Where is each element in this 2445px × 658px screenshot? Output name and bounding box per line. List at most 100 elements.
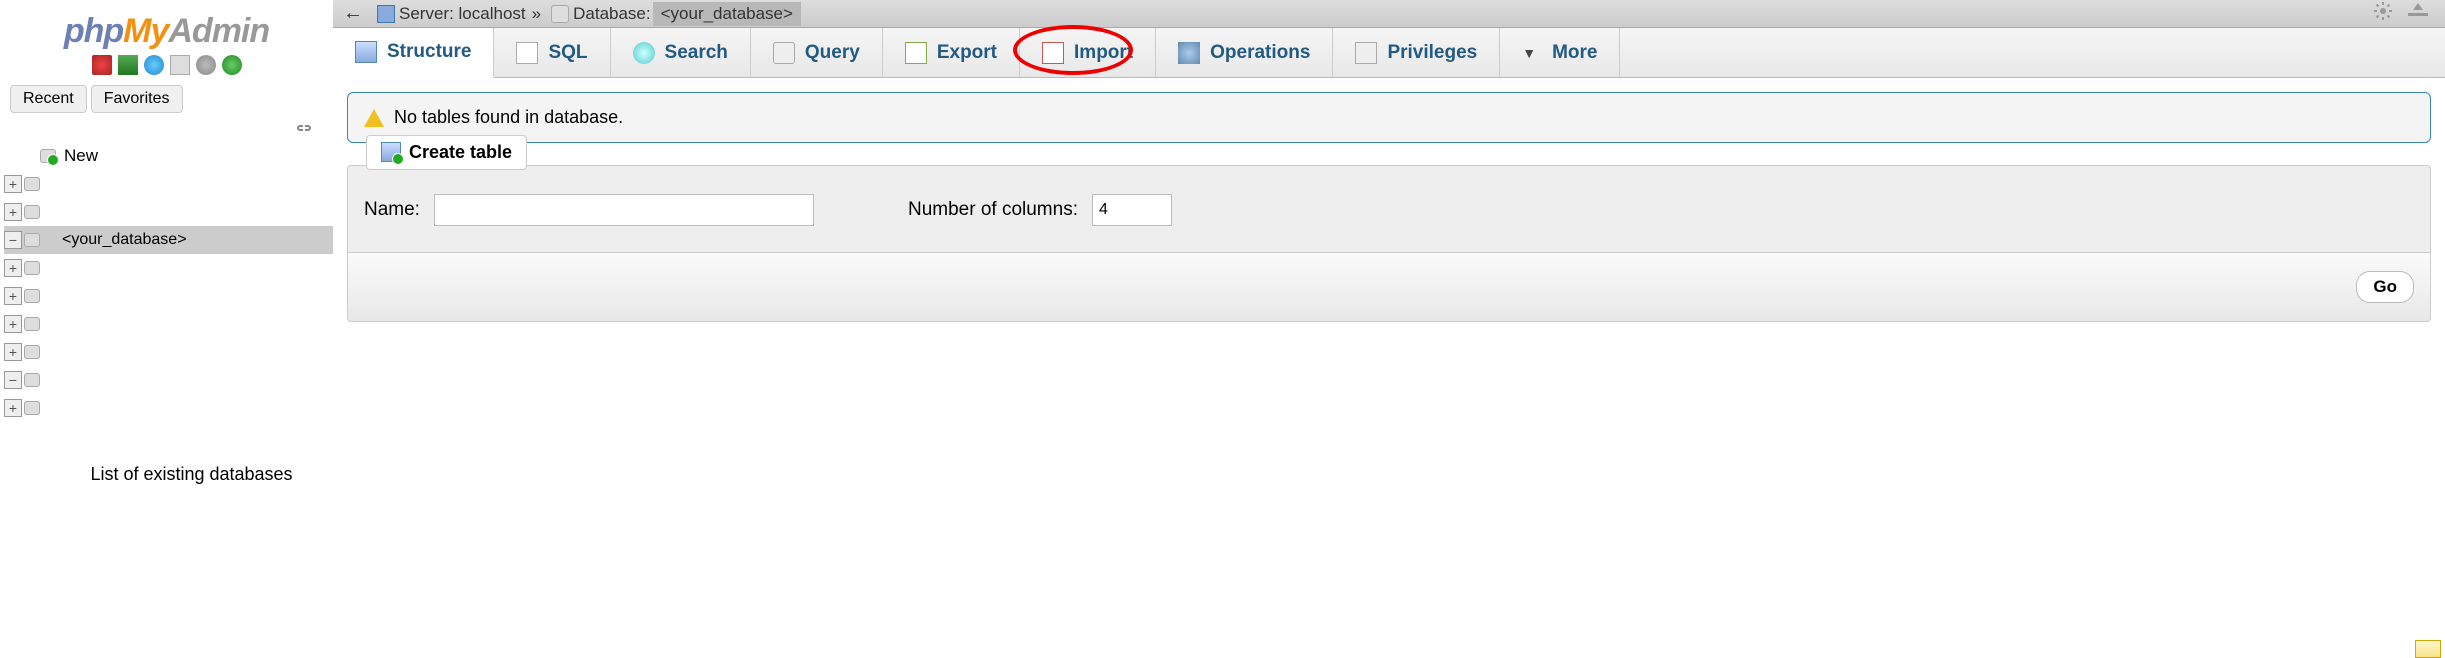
database-icon bbox=[24, 261, 40, 275]
legend-text: Create table bbox=[409, 142, 512, 163]
logo-part-my: My bbox=[123, 12, 168, 50]
query-icon bbox=[773, 42, 795, 64]
tab-label: Structure bbox=[387, 41, 471, 63]
tree-row[interactable]: + bbox=[4, 198, 333, 226]
database-icon bbox=[24, 289, 40, 303]
create-table-fieldset: Create table Name: Number of columns: bbox=[347, 165, 2431, 253]
tab-export[interactable]: Export bbox=[883, 28, 1020, 77]
tree-new-label: New bbox=[56, 146, 98, 166]
logo-part-admin: Admin bbox=[168, 12, 269, 50]
tab-label: Privileges bbox=[1387, 42, 1477, 64]
tab-label: Search bbox=[665, 42, 728, 64]
breadcrumb-bar: ← Server: localhost » Database: <your_da… bbox=[333, 0, 2445, 28]
expand-icon[interactable]: + bbox=[4, 315, 22, 333]
expand-icon[interactable]: + bbox=[4, 203, 22, 221]
console-tab-icon[interactable] bbox=[2415, 640, 2441, 658]
database-icon bbox=[24, 317, 40, 331]
gear-icon[interactable] bbox=[2373, 1, 2393, 26]
tab-sql[interactable]: SQL bbox=[494, 28, 610, 77]
tab-label: Operations bbox=[1210, 42, 1310, 64]
tab-search[interactable]: Search bbox=[611, 28, 751, 77]
home-icon[interactable] bbox=[92, 55, 112, 75]
sidebar-toolbar bbox=[0, 53, 333, 83]
db-list-caption: List of existing databases bbox=[0, 422, 333, 507]
help-icon[interactable] bbox=[144, 55, 164, 75]
export-icon bbox=[905, 42, 927, 64]
collapse-panel-icon[interactable] bbox=[2407, 1, 2429, 26]
back-icon[interactable]: ← bbox=[341, 2, 373, 25]
num-columns-input[interactable] bbox=[1092, 194, 1172, 226]
tab-operations[interactable]: Operations bbox=[1156, 28, 1333, 77]
database-icon bbox=[551, 5, 569, 23]
phpmyadmin-logo[interactable]: phpMyAdmin bbox=[0, 8, 333, 53]
table-name-input[interactable] bbox=[434, 194, 814, 226]
expand-icon[interactable]: + bbox=[4, 287, 22, 305]
database-icon bbox=[24, 205, 40, 219]
database-tree: New + + − <your_database> + + + + − + bbox=[0, 142, 333, 422]
favorites-button[interactable]: Favorites bbox=[91, 85, 183, 113]
database-icon bbox=[24, 177, 40, 191]
main-panel: ← Server: localhost » Database: <your_da… bbox=[333, 0, 2445, 507]
docs-icon[interactable] bbox=[170, 55, 190, 75]
tab-more[interactable]: ▼ More bbox=[1500, 28, 1620, 77]
chevron-down-icon: ▼ bbox=[1522, 45, 1536, 61]
new-database-icon bbox=[40, 149, 56, 163]
tab-structure[interactable]: Structure bbox=[333, 28, 494, 78]
tree-row[interactable]: + bbox=[4, 310, 333, 338]
num-columns-label: Number of columns: bbox=[908, 199, 1078, 221]
tab-import[interactable]: Import bbox=[1020, 28, 1156, 77]
logout-icon[interactable] bbox=[118, 55, 138, 75]
tree-row[interactable]: + bbox=[4, 254, 333, 282]
go-bar: Go bbox=[347, 252, 2431, 322]
tab-query[interactable]: Query bbox=[751, 28, 883, 77]
server-icon bbox=[377, 5, 395, 23]
link-icon[interactable] bbox=[0, 115, 333, 142]
breadcrumb-separator: » bbox=[526, 4, 547, 24]
notice-box: No tables found in database. bbox=[347, 92, 2431, 143]
tree-row[interactable]: + bbox=[4, 394, 333, 422]
go-button[interactable]: Go bbox=[2356, 271, 2414, 303]
reload-icon[interactable] bbox=[222, 55, 242, 75]
create-table-icon bbox=[381, 142, 401, 162]
tab-label: Query bbox=[805, 42, 860, 64]
collapse-icon[interactable]: − bbox=[4, 231, 22, 249]
create-table-legend: Create table bbox=[366, 135, 527, 170]
tree-row[interactable]: + bbox=[4, 170, 333, 198]
privileges-icon bbox=[1355, 42, 1377, 64]
logo-part-php: php bbox=[64, 12, 123, 50]
database-icon bbox=[24, 345, 40, 359]
name-label: Name: bbox=[364, 199, 420, 221]
tab-bar: Structure SQL Search Query Export Import… bbox=[333, 28, 2445, 78]
warning-icon bbox=[364, 109, 384, 127]
tree-row[interactable]: + bbox=[4, 338, 333, 366]
notice-text: No tables found in database. bbox=[394, 107, 623, 128]
database-name-box[interactable]: <your_database> bbox=[653, 2, 801, 26]
database-icon bbox=[24, 401, 40, 415]
tab-label: SQL bbox=[548, 42, 587, 64]
tree-row[interactable]: − bbox=[4, 366, 333, 394]
tab-label: Import bbox=[1074, 42, 1133, 64]
tree-new-database[interactable]: New bbox=[4, 142, 333, 170]
tree-row-selected[interactable]: − <your_database> bbox=[4, 226, 333, 254]
tab-label: More bbox=[1552, 42, 1597, 64]
content-area: No tables found in database. Create tabl… bbox=[333, 78, 2445, 336]
sql-icon bbox=[516, 42, 538, 64]
tree-row[interactable]: + bbox=[4, 282, 333, 310]
settings-icon[interactable] bbox=[196, 55, 216, 75]
expand-icon[interactable]: + bbox=[4, 175, 22, 193]
expand-icon[interactable]: − bbox=[4, 371, 22, 389]
import-icon bbox=[1042, 42, 1064, 64]
recent-button[interactable]: Recent bbox=[10, 85, 87, 113]
database-icon bbox=[24, 233, 40, 247]
operations-icon bbox=[1178, 42, 1200, 64]
tab-privileges[interactable]: Privileges bbox=[1333, 28, 1500, 77]
expand-icon[interactable]: + bbox=[4, 259, 22, 277]
server-label[interactable]: Server: localhost bbox=[399, 4, 526, 24]
tab-label: Export bbox=[937, 42, 997, 64]
expand-icon[interactable]: + bbox=[4, 399, 22, 417]
database-icon bbox=[24, 373, 40, 387]
tree-selected-db-label: <your_database> bbox=[40, 231, 187, 249]
expand-icon[interactable]: + bbox=[4, 343, 22, 361]
create-table-form-row: Name: Number of columns: bbox=[348, 186, 2430, 240]
sidebar: phpMyAdmin Recent Favorites New + + − <y… bbox=[0, 0, 333, 507]
